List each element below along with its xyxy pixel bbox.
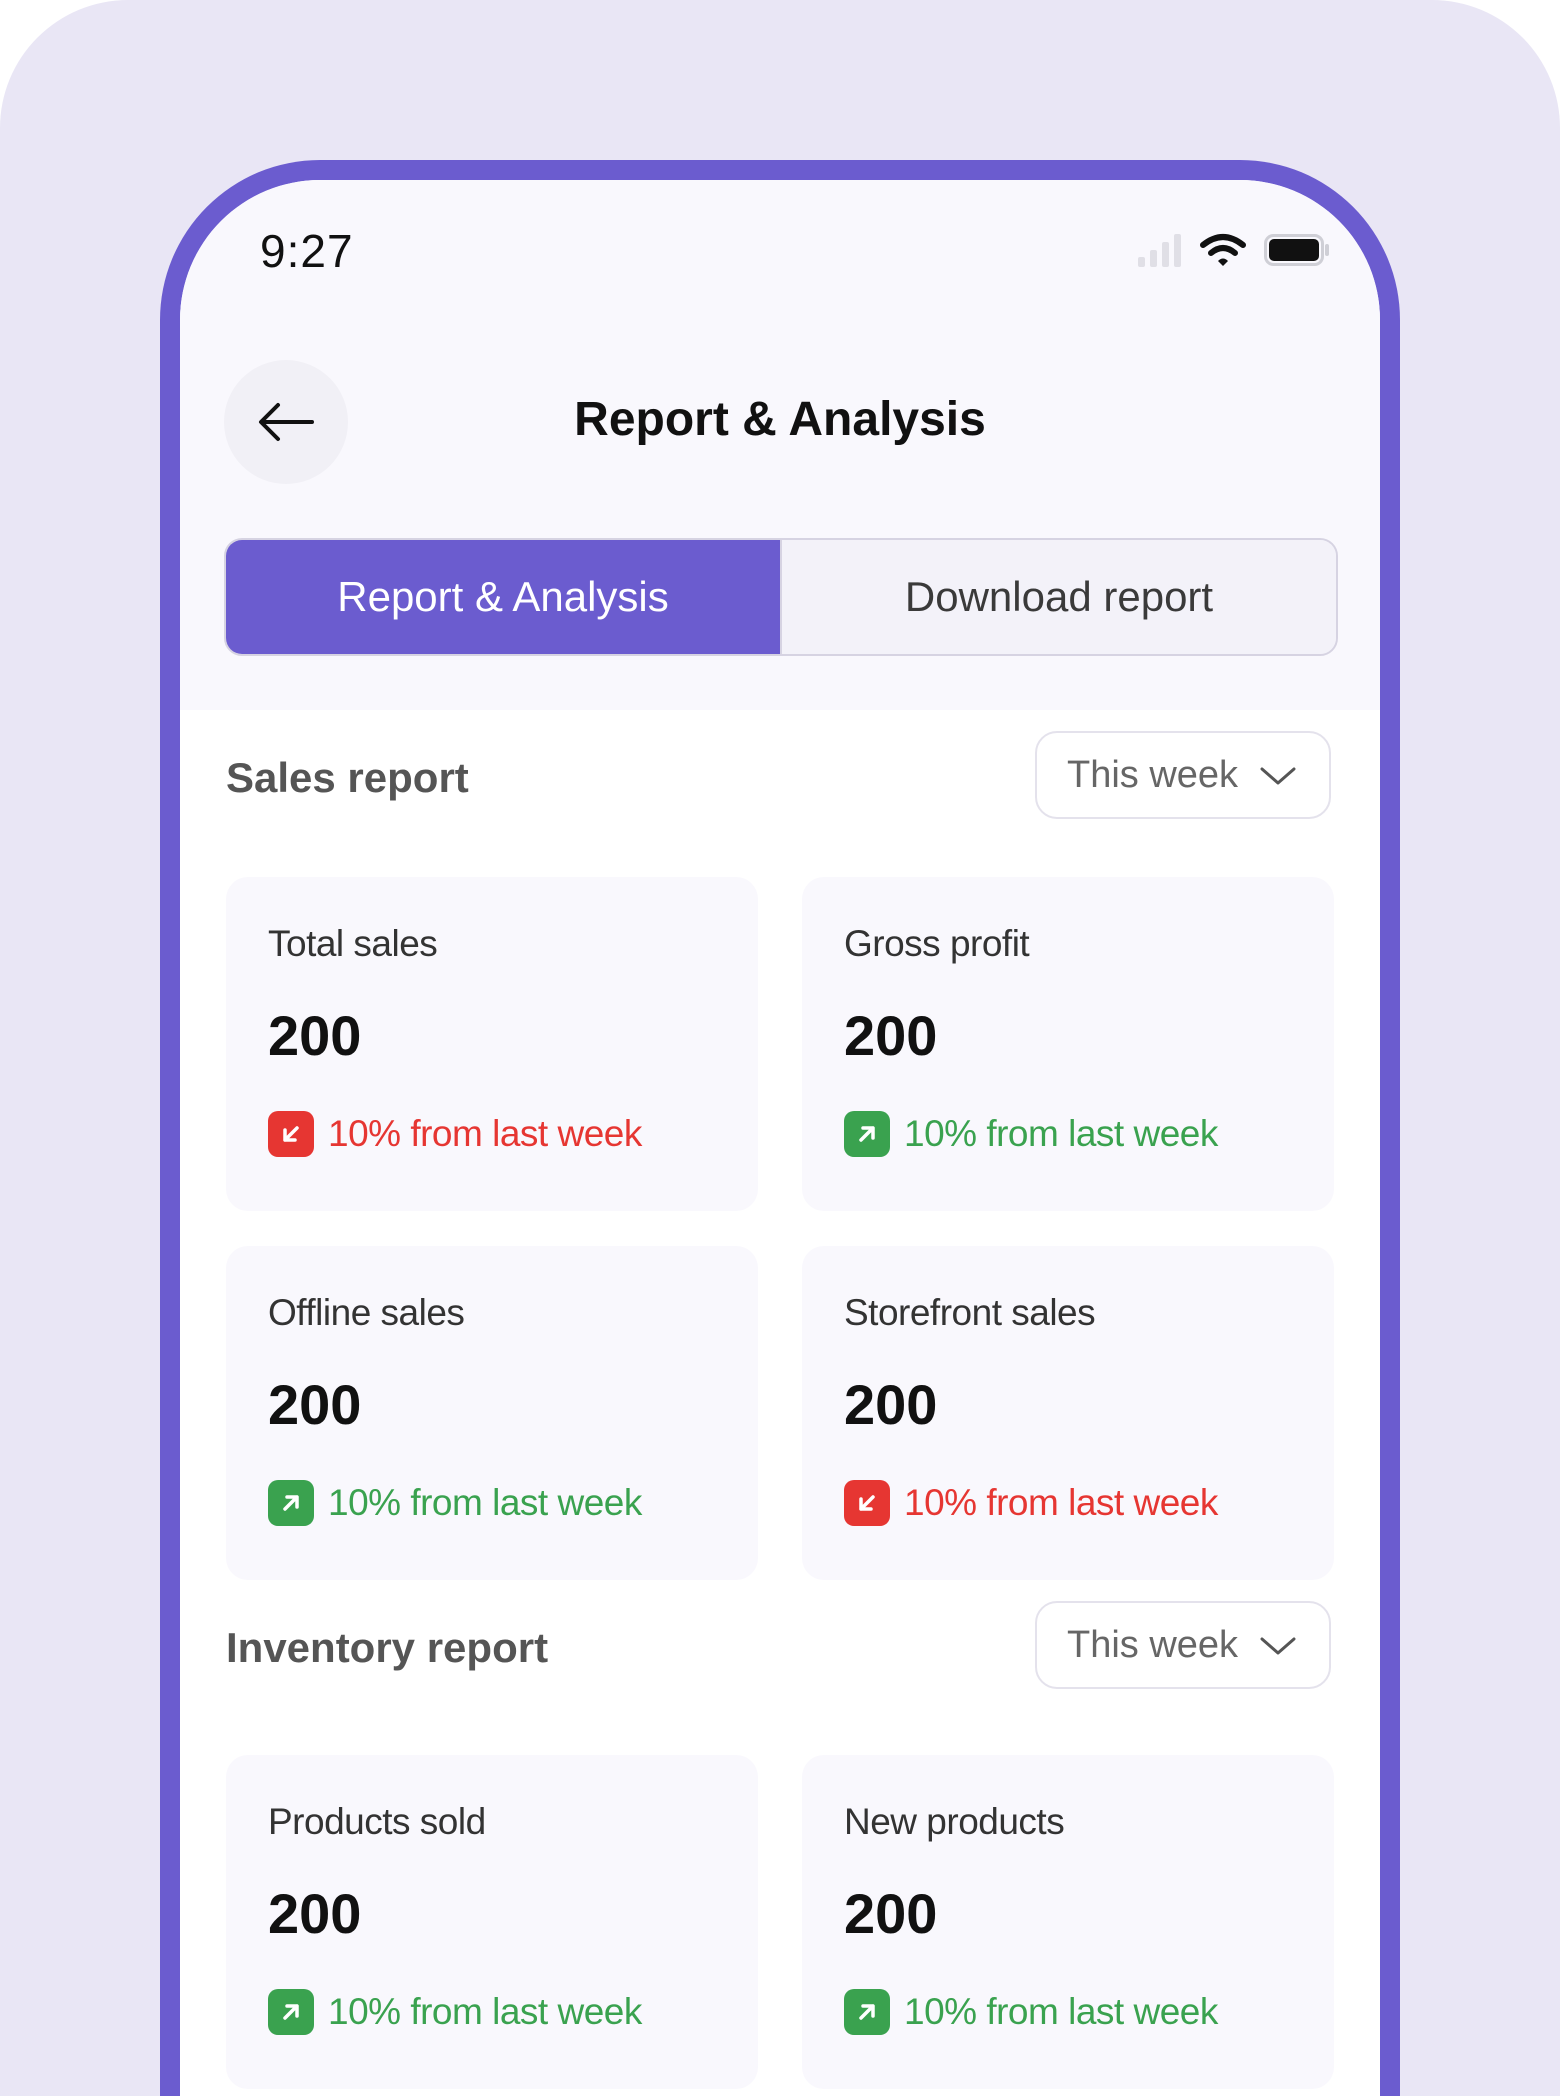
inventory-report-title: Inventory report bbox=[226, 1624, 549, 1671]
change-text: 10% from last week bbox=[904, 1991, 1218, 2032]
card-value: 200 bbox=[268, 1882, 362, 1945]
card-change: 10% from last week bbox=[844, 1111, 1218, 1157]
card-change: 10% from last week bbox=[268, 1480, 642, 1526]
status-icons bbox=[1138, 230, 1330, 270]
card-value: 200 bbox=[268, 1373, 362, 1436]
card-offline-sales: Offline sales 200 10% from last week bbox=[226, 1246, 758, 1580]
card-change: 10% from last week bbox=[844, 1989, 1218, 2035]
card-label: Products sold bbox=[268, 1801, 486, 1842]
sales-period-value: This week bbox=[1067, 753, 1239, 796]
change-text: 10% from last week bbox=[328, 1991, 642, 2032]
trend-up-icon bbox=[844, 1989, 890, 2035]
card-change: 10% from last week bbox=[844, 1480, 1218, 1526]
inventory-period-dropdown[interactable]: This week bbox=[1035, 1601, 1331, 1689]
card-total-sales: Total sales 200 10% from last week bbox=[226, 877, 758, 1211]
trend-down-icon bbox=[268, 1111, 314, 1157]
trend-up-icon bbox=[844, 1111, 890, 1157]
card-change: 10% from last week bbox=[268, 1989, 642, 2035]
change-text: 10% from last week bbox=[904, 1482, 1218, 1523]
tab-download-report[interactable]: Download report bbox=[780, 540, 1336, 654]
card-label: Total sales bbox=[268, 923, 438, 964]
chevron-down-icon bbox=[1260, 767, 1296, 785]
status-time: 9:27 bbox=[260, 225, 354, 277]
card-label: Gross profit bbox=[844, 923, 1030, 964]
card-new-products: New products 200 10% from last week bbox=[802, 1755, 1334, 2089]
tab-report-analysis[interactable]: Report & Analysis bbox=[226, 540, 780, 654]
card-value: 200 bbox=[268, 1004, 362, 1067]
card-gross-profit: Gross profit 200 10% from last week bbox=[802, 877, 1334, 1211]
trend-down-icon bbox=[844, 1480, 890, 1526]
card-products-sold: Products sold 200 10% from last week bbox=[226, 1755, 758, 2089]
card-value: 200 bbox=[844, 1373, 938, 1436]
change-text: 10% from last week bbox=[328, 1113, 642, 1154]
card-storefront-sales: Storefront sales 200 10% from last week bbox=[802, 1246, 1334, 1580]
tab-switcher: Report & Analysis Download report bbox=[224, 538, 1338, 656]
card-value: 200 bbox=[844, 1004, 938, 1067]
app-screen: 9:27 Report & Analysis Report & Analysis… bbox=[180, 180, 1380, 2096]
change-text: 10% from last week bbox=[904, 1113, 1218, 1154]
chevron-down-icon bbox=[1260, 1637, 1296, 1655]
signal-icon bbox=[1138, 234, 1181, 267]
sales-period-dropdown[interactable]: This week bbox=[1035, 731, 1331, 819]
card-label: New products bbox=[844, 1801, 1065, 1842]
phone-frame: 9:27 Report & Analysis Report & Analysis… bbox=[160, 160, 1400, 2096]
battery-icon bbox=[1264, 234, 1329, 266]
page-title: Report & Analysis bbox=[574, 393, 986, 446]
card-value: 200 bbox=[844, 1882, 938, 1945]
background: 9:27 Report & Analysis Report & Analysis… bbox=[0, 0, 1560, 2096]
card-change: 10% from last week bbox=[268, 1111, 642, 1157]
trend-up-icon bbox=[268, 1989, 314, 2035]
sales-report-title: Sales report bbox=[226, 754, 469, 801]
inventory-period-value: This week bbox=[1067, 1623, 1239, 1666]
trend-up-icon bbox=[268, 1480, 314, 1526]
wifi-icon bbox=[1200, 234, 1246, 266]
change-text: 10% from last week bbox=[328, 1482, 642, 1523]
card-label: Offline sales bbox=[268, 1292, 465, 1333]
card-label: Storefront sales bbox=[844, 1292, 1096, 1333]
